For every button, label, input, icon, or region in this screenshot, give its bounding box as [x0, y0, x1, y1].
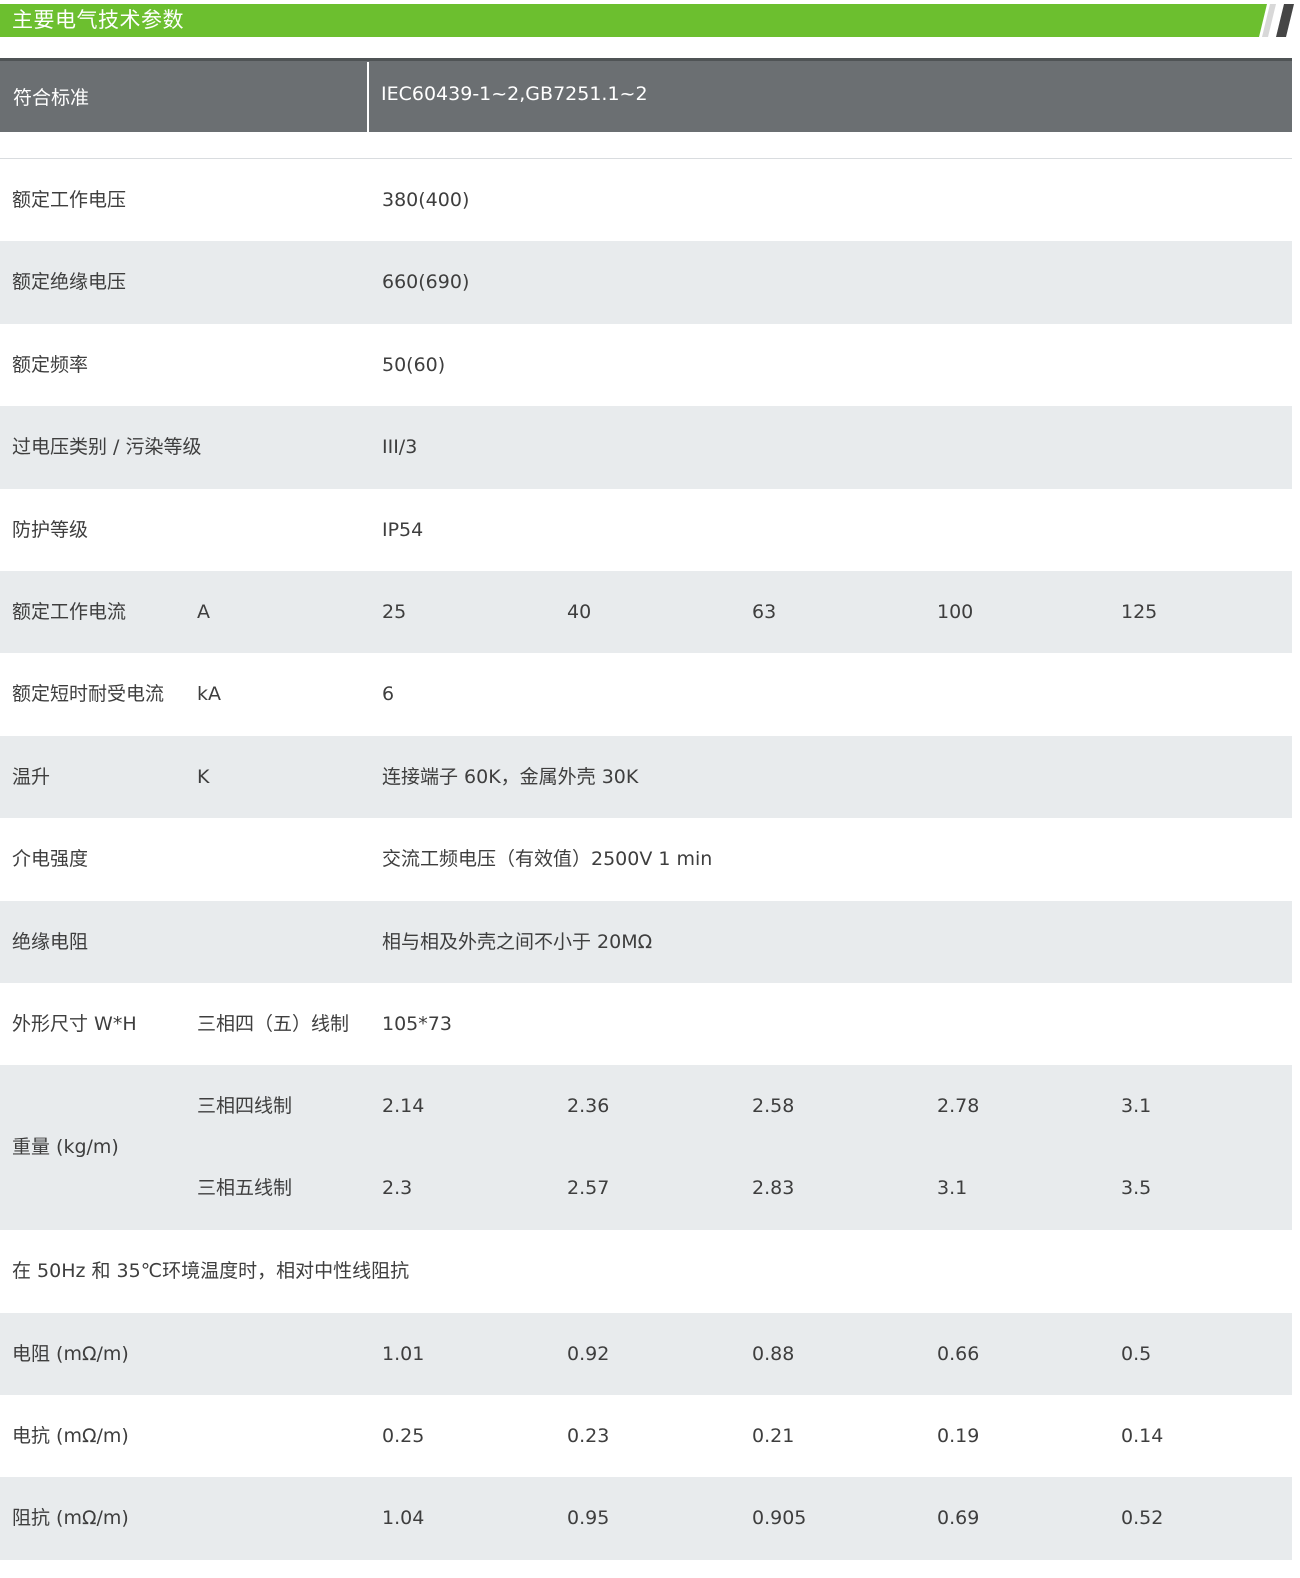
table-row-frequency: 额定频率 50(60) [0, 324, 1292, 406]
row-label: 额定工作电流 [12, 600, 127, 623]
row-unit: 三相五线制 [197, 1177, 293, 1200]
row-value: 交流工频电压（有效值）2500V 1 min [382, 848, 713, 871]
row-label: 额定工作电压 [12, 189, 127, 211]
row-value: 2.3 [382, 1177, 413, 1200]
row-value: 连接端子 60K，金属外壳 30K [382, 765, 639, 788]
row-value: 2.57 [567, 1177, 610, 1200]
standard-header-row: 符合标准 IEC60439-1~2,GB7251.1~2 [0, 58, 1292, 132]
row-value: 125 [1121, 600, 1158, 623]
row-value: 相与相及外壳之间不小于 20MΩ [382, 930, 653, 953]
row-value: 0.21 [752, 1425, 795, 1448]
table-row-protection: 防护等级 IP54 [0, 489, 1292, 571]
row-label: 电阻 (mΩ/m) [12, 1342, 129, 1365]
row-value: 0.5 [1121, 1342, 1152, 1365]
row-value: 25 [382, 600, 407, 623]
table-row-reactance: 电抗 (mΩ/m) 0.25 0.23 0.21 0.19 0.14 [0, 1395, 1292, 1477]
row-value: 2.78 [937, 1095, 980, 1118]
row-value: 50(60) [382, 353, 446, 376]
row-value: 100 [937, 600, 974, 623]
row-value: 3.1 [1121, 1095, 1152, 1118]
row-value: 2.83 [752, 1177, 795, 1200]
row-value: 40 [567, 600, 592, 623]
row-value: IP54 [382, 518, 424, 541]
row-label: 温升 [12, 765, 51, 788]
row-unit: A [197, 600, 210, 623]
impedance-note: 在 50Hz 和 35℃环境温度时，相对中性线阻抗 [12, 1260, 410, 1283]
table-row-dimensions: 外形尺寸 W*H 三相四（五）线制 105*73 [0, 983, 1292, 1065]
table-row-impedance: 阻抗 (mΩ/m) 1.04 0.95 0.905 0.69 0.52 [0, 1477, 1292, 1560]
row-value: 0.52 [1121, 1507, 1164, 1530]
row-value: 63 [752, 600, 777, 623]
row-label: 介电强度 [12, 848, 89, 871]
row-value: 2.36 [567, 1095, 610, 1118]
table-row-rated-current: 额定工作电流 A 25 40 63 100 125 [0, 570, 1292, 654]
standard-value: IEC60439-1~2,GB7251.1~2 [381, 83, 648, 105]
row-value: III/3 [382, 436, 418, 459]
row-value: 0.905 [752, 1507, 807, 1530]
row-label: 额定频率 [12, 353, 89, 376]
header-top-rule [0, 58, 1292, 61]
row-value: 0.69 [937, 1507, 980, 1530]
row-value: 6 [382, 683, 395, 706]
table-row-dielectric: 介电强度 交流工频电压（有效值）2500V 1 min [0, 818, 1292, 900]
row-value: 0.95 [567, 1507, 610, 1530]
row-value: 0.19 [937, 1425, 980, 1448]
table-row-note: 在 50Hz 和 35℃环境温度时，相对中性线阻抗 [0, 1230, 1292, 1312]
table-row-weight: 重量 (kg/m) 三相四线制 2.14 2.36 2.58 2.78 3.1 … [0, 1065, 1292, 1231]
row-value: 660(690) [382, 271, 470, 294]
table-row-overvoltage: 过电压类别 / 污染等级 III/3 [0, 406, 1292, 489]
row-label: 过电压类别 / 污染等级 [12, 436, 202, 459]
row-unit: kA [197, 683, 222, 706]
header-divider [367, 62, 369, 132]
row-unit: 三相四（五）线制 [197, 1012, 350, 1035]
section-title: 主要电气技术参数 [12, 8, 184, 32]
row-value: 1.04 [382, 1507, 425, 1530]
row-label: 额定短时耐受电流 [12, 683, 165, 706]
section-title-bar: 主要电气技术参数 [0, 0, 1300, 40]
row-value: 0.25 [382, 1425, 425, 1448]
table-row-resistance: 电阻 (mΩ/m) 1.01 0.92 0.88 0.66 0.5 [0, 1312, 1292, 1396]
table-row-insulation-resistance: 绝缘电阻 相与相及外壳之间不小于 20MΩ [0, 900, 1292, 983]
row-value: 105*73 [382, 1012, 452, 1035]
row-unit: 三相四线制 [197, 1095, 293, 1118]
table-row-rated-voltage: 额定工作电压 380(400) [0, 159, 1292, 241]
row-unit: K [197, 765, 210, 788]
row-value: 0.88 [752, 1342, 795, 1365]
row-label: 阻抗 (mΩ/m) [12, 1507, 129, 1530]
table-row-temperature-rise: 温升 K 连接端子 60K，金属外壳 30K [0, 735, 1292, 819]
row-label: 外形尺寸 W*H [12, 1012, 137, 1035]
row-value: 0.23 [567, 1425, 610, 1448]
row-value: 380(400) [382, 189, 470, 211]
row-value: 1.01 [382, 1342, 425, 1365]
row-value: 0.92 [567, 1342, 610, 1365]
row-label: 绝缘电阻 [12, 930, 89, 953]
table-row-short-time-current: 额定短时耐受电流 kA 6 [0, 653, 1292, 735]
row-label: 额定绝缘电压 [12, 271, 127, 294]
table-row-insulation-voltage: 额定绝缘电压 660(690) [0, 241, 1292, 324]
row-label: 重量 (kg/m) [12, 1136, 119, 1159]
row-value: 0.66 [937, 1342, 980, 1365]
title-green-band [0, 4, 1267, 37]
spec-table: 额定工作电压 380(400) 额定绝缘电压 660(690) 额定频率 50(… [0, 159, 1292, 1560]
row-value: 2.14 [382, 1095, 425, 1118]
row-value: 3.5 [1121, 1177, 1152, 1200]
row-value: 3.1 [937, 1177, 968, 1200]
row-value: 0.14 [1121, 1425, 1164, 1448]
title-stripe-dark [1276, 4, 1294, 37]
row-value: 2.58 [752, 1095, 795, 1118]
row-label: 电抗 (mΩ/m) [12, 1425, 129, 1448]
standard-label: 符合标准 [13, 87, 90, 109]
row-label: 防护等级 [12, 518, 89, 541]
